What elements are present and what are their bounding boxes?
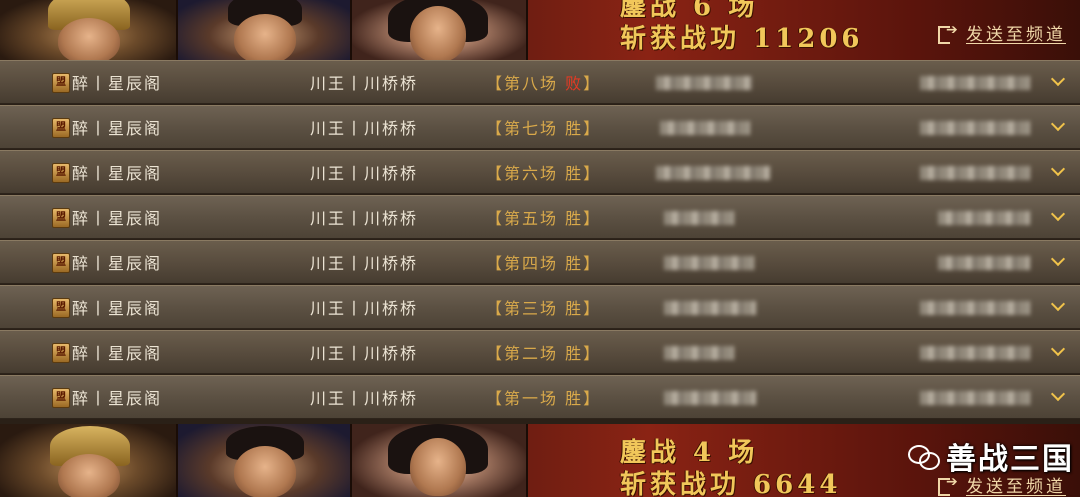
left-team-name: 醉丨星辰阁: [72, 254, 163, 273]
match-label: 【第七场 胜】: [486, 119, 602, 138]
result-label: 胜: [565, 389, 584, 408]
merit-total: 斩获战功 11206: [620, 24, 864, 54]
left-team-name: 醉丨星辰阁: [72, 299, 163, 318]
merit-total: 斩获战功 6644: [620, 470, 842, 497]
left-team-name: 醉丨星辰阁: [72, 74, 163, 93]
result-label: 胜: [565, 299, 584, 318]
battle-row[interactable]: 盟 醉丨星辰阁 川王丨川桥桥 【第六场 胜】: [0, 150, 1080, 194]
guild-badge-icon: 盟: [52, 118, 70, 138]
battle-row[interactable]: 盟 醉丨星辰阁 川王丨川桥桥 【第四场 胜】: [0, 240, 1080, 284]
send-to-channel-label: 发送至频道: [966, 25, 1066, 45]
top-battle-banner: 鏖战 6 场 斩获战功 11206 发送至频道: [0, 0, 1080, 60]
left-team-name: 醉丨星辰阁: [72, 209, 163, 228]
chevron-down-icon[interactable]: [1050, 118, 1066, 134]
result-label: 胜: [565, 164, 584, 183]
guild-badge-icon: 盟: [52, 388, 70, 408]
battle-row[interactable]: 盟 醉丨星辰阁 川王丨川桥桥 【第三场 胜】: [0, 285, 1080, 329]
redacted-info: [664, 301, 756, 315]
right-team-name: 川王丨川桥桥: [310, 389, 419, 408]
chevron-down-icon[interactable]: [1050, 253, 1066, 269]
result-label: 胜: [565, 344, 584, 363]
guild-badge-icon: 盟: [52, 73, 70, 93]
general-portrait-2: [178, 0, 352, 60]
redacted-info: [660, 121, 750, 135]
match-label: 【第三场 胜】: [486, 299, 602, 318]
right-team-name: 川王丨川桥桥: [310, 254, 419, 273]
watermark: 善战三国: [908, 434, 1074, 478]
redacted-info: [938, 256, 1030, 270]
chevron-down-icon[interactable]: [1050, 298, 1066, 314]
guild-badge-icon: 盟: [52, 208, 70, 228]
right-team-name: 川王丨川桥桥: [310, 119, 419, 138]
battle-row[interactable]: 盟 醉丨星辰阁 川王丨川桥桥 【第八场 败】: [0, 60, 1080, 104]
guild-badge-icon: 盟: [52, 298, 70, 318]
watermark-label: 善战三国: [946, 442, 1074, 477]
match-label: 【第一场 胜】: [486, 389, 602, 408]
redacted-info: [920, 76, 1030, 90]
redacted-info: [664, 256, 754, 270]
result-label: 胜: [565, 254, 584, 273]
result-label: 胜: [565, 209, 584, 228]
battle-row[interactable]: 盟 醉丨星辰阁 川王丨川桥桥 【第二场 胜】: [0, 330, 1080, 374]
guild-badge-icon: 盟: [52, 163, 70, 183]
result-label: 败: [565, 74, 584, 93]
redacted-info: [656, 166, 770, 180]
wechat-icon: [908, 443, 940, 470]
left-team-name: 醉丨星辰阁: [72, 344, 163, 363]
general-portrait-3: [352, 424, 528, 497]
redacted-info: [664, 346, 734, 360]
general-portrait-1: [0, 0, 178, 60]
right-team-name: 川王丨川桥桥: [310, 344, 419, 363]
guild-badge-icon: 盟: [52, 343, 70, 363]
redacted-info: [664, 391, 756, 405]
match-label: 【第二场 胜】: [486, 344, 602, 363]
chevron-down-icon[interactable]: [1050, 388, 1066, 404]
right-team-name: 川王丨川桥桥: [310, 74, 419, 93]
battle-row[interactable]: 盟 醉丨星辰阁 川王丨川桥桥 【第五场 胜】: [0, 195, 1080, 239]
right-team-name: 川王丨川桥桥: [310, 209, 419, 228]
right-team-name: 川王丨川桥桥: [310, 299, 419, 318]
left-team-name: 醉丨星辰阁: [72, 119, 163, 138]
send-icon: [938, 474, 961, 496]
guild-badge-icon: 盟: [52, 253, 70, 273]
redacted-info: [920, 346, 1030, 360]
chevron-down-icon[interactable]: [1050, 73, 1066, 89]
chevron-down-icon[interactable]: [1050, 163, 1066, 179]
redacted-info: [920, 166, 1030, 180]
redacted-info: [938, 211, 1030, 225]
right-team-name: 川王丨川桥桥: [310, 164, 419, 183]
battle-record-list: 盟 醉丨星辰阁 川王丨川桥桥 【第八场 败】 盟 醉丨星辰阁 川王丨川桥桥 【第…: [0, 60, 1080, 420]
battle-row[interactable]: 盟 醉丨星辰阁 川王丨川桥桥 【第七场 胜】: [0, 105, 1080, 149]
result-label: 胜: [565, 119, 584, 138]
match-label: 【第六场 胜】: [486, 164, 602, 183]
match-label: 【第四场 胜】: [486, 254, 602, 273]
redacted-info: [656, 76, 752, 90]
redacted-info: [664, 211, 734, 225]
general-portrait-1: [0, 424, 178, 497]
redacted-info: [920, 301, 1030, 315]
redacted-info: [920, 391, 1030, 405]
send-icon: [938, 22, 961, 44]
send-to-channel-button[interactable]: 发送至频道: [938, 20, 1066, 45]
chevron-down-icon[interactable]: [1050, 343, 1066, 359]
general-portrait-2: [178, 424, 352, 497]
redacted-info: [920, 121, 1030, 135]
general-portrait-3: [352, 0, 528, 60]
battle-row[interactable]: 盟 醉丨星辰阁 川王丨川桥桥 【第一场 胜】: [0, 375, 1080, 419]
match-label: 【第八场 败】: [486, 74, 602, 93]
match-label: 【第五场 胜】: [486, 209, 602, 228]
chevron-down-icon[interactable]: [1050, 208, 1066, 224]
left-team-name: 醉丨星辰阁: [72, 389, 163, 408]
left-team-name: 醉丨星辰阁: [72, 164, 163, 183]
